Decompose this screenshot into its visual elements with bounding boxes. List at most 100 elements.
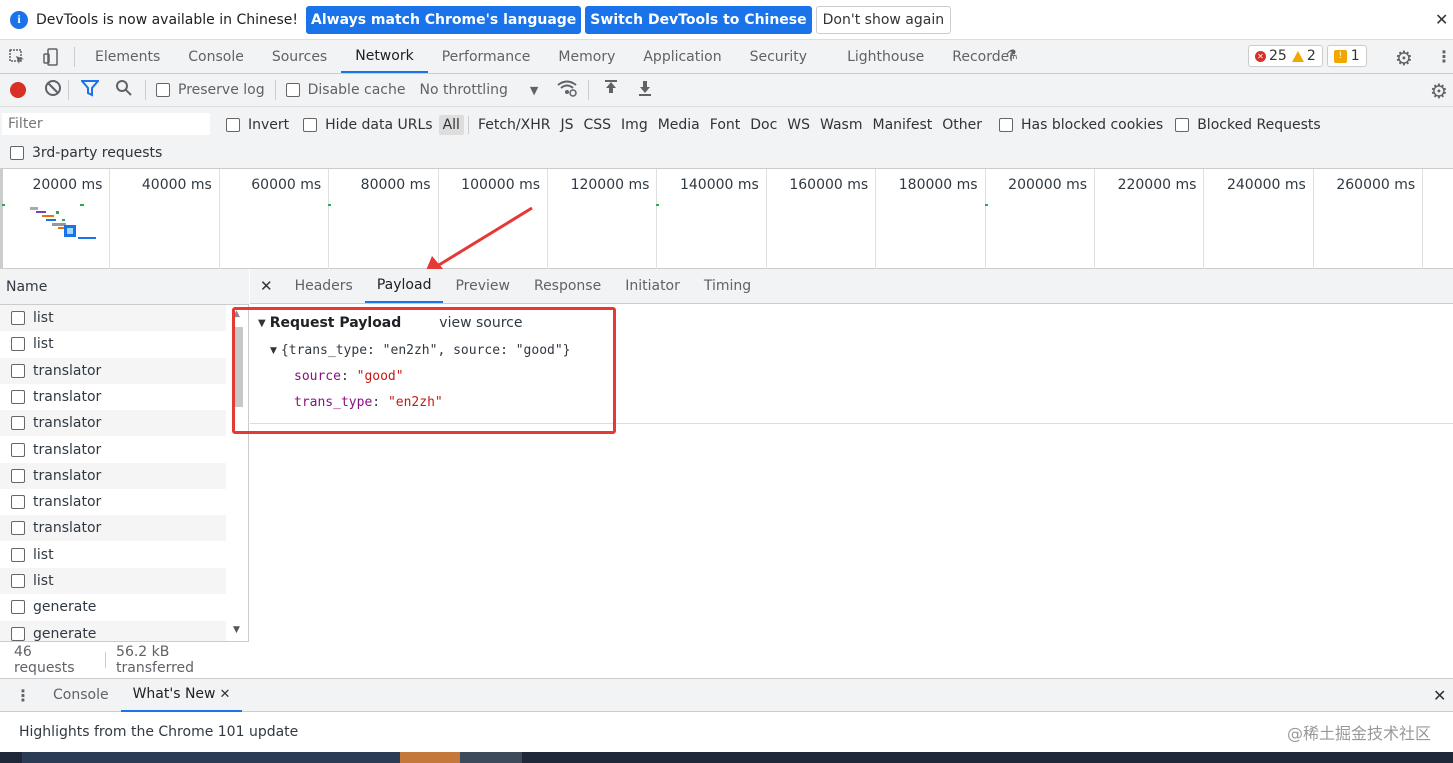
close-drawer-icon[interactable]: ✕ xyxy=(1433,686,1446,705)
tab-performance[interactable]: Performance xyxy=(428,40,545,73)
tab-sources[interactable]: Sources xyxy=(258,40,341,73)
overview-gridline xyxy=(656,169,658,269)
taskbar-item[interactable] xyxy=(460,752,522,763)
request-row[interactable]: list xyxy=(0,542,226,568)
details-tab-response[interactable]: Response xyxy=(522,269,613,303)
close-tab-icon[interactable]: ✕ xyxy=(220,687,231,702)
search-icon[interactable] xyxy=(115,79,133,101)
type-filter-js[interactable]: JS xyxy=(555,117,578,133)
type-filter-other[interactable]: Other xyxy=(937,117,987,133)
request-row[interactable]: translator xyxy=(0,357,226,384)
request-row[interactable]: translator xyxy=(0,515,226,542)
separator xyxy=(145,80,146,100)
network-conditions-icon[interactable] xyxy=(556,79,578,101)
triangle-down-icon[interactable]: ▼ xyxy=(270,346,277,356)
request-row[interactable]: list xyxy=(0,568,226,594)
invert-checkbox[interactable] xyxy=(226,118,240,132)
details-tab-headers[interactable]: Headers xyxy=(283,269,365,303)
type-filter-fetch-xhr[interactable]: Fetch/XHR xyxy=(473,117,556,133)
details-tab-initiator[interactable]: Initiator xyxy=(613,269,692,303)
issues-counter[interactable]: ✕ 25 2 ! 1 xyxy=(1248,45,1367,67)
overview-dot xyxy=(656,204,659,206)
preserve-log-checkbox[interactable] xyxy=(156,83,170,97)
filter-input[interactable] xyxy=(2,113,210,135)
type-filter-css[interactable]: CSS xyxy=(578,117,616,133)
switch-to-chinese-button[interactable]: Switch DevTools to Chinese xyxy=(585,5,812,34)
tab-lighthouse[interactable]: Lighthouse xyxy=(821,40,938,73)
import-har-icon[interactable] xyxy=(603,79,619,101)
request-checkbox-icon xyxy=(11,311,25,325)
payload-header[interactable]: ▼ Request Payload view source xyxy=(258,315,522,331)
disable-cache-checkbox[interactable] xyxy=(285,83,300,97)
export-har-icon[interactable] xyxy=(637,79,653,101)
drawer-menu-icon[interactable]: ⋮ xyxy=(15,686,31,705)
throttling-select[interactable]: No throttling xyxy=(419,82,507,98)
always-match-language-button[interactable]: Always match Chrome's language xyxy=(306,5,582,34)
taskbar-item[interactable] xyxy=(400,752,460,763)
request-row[interactable]: translator xyxy=(0,462,226,489)
tab-security[interactable]: Security xyxy=(736,40,822,73)
overview-gridline xyxy=(984,169,986,269)
close-infobar-icon[interactable]: ✕ xyxy=(1435,10,1448,29)
overview-gridline xyxy=(328,169,330,269)
type-filter-manifest[interactable]: Manifest xyxy=(868,117,938,133)
clear-icon[interactable] xyxy=(44,79,62,101)
tab-memory[interactable]: Memory xyxy=(544,40,629,73)
request-row[interactable]: translator xyxy=(0,384,226,410)
payload-object-summary[interactable]: ▼ {trans_type: "en2zh", source: "good"} xyxy=(270,343,571,358)
name-column-header[interactable]: Name xyxy=(0,269,249,305)
blocked-requests-checkbox[interactable] xyxy=(1175,118,1190,132)
request-row[interactable]: translator xyxy=(0,437,226,463)
overview-tick-label: 220000 ms xyxy=(1117,177,1197,193)
overview-tick-label: 60000 ms xyxy=(251,177,322,193)
request-row[interactable]: translator xyxy=(0,489,226,515)
scroll-up-icon[interactable]: ▲ xyxy=(233,309,240,319)
request-row[interactable]: generate xyxy=(0,594,226,620)
errors-warnings-badge[interactable]: ✕ 25 2 xyxy=(1248,45,1323,67)
view-source-link[interactable]: view source xyxy=(439,315,522,331)
request-row[interactable]: translator xyxy=(0,410,226,437)
has-blocked-cookies-checkbox[interactable] xyxy=(999,118,1014,132)
request-list: Name list list translator translator transla… xyxy=(0,269,249,677)
taskbar-item[interactable] xyxy=(22,752,400,763)
request-row[interactable]: list xyxy=(0,305,226,331)
close-details-icon[interactable]: ✕ xyxy=(250,277,283,295)
request-list-scroll-thumb[interactable] xyxy=(235,327,243,407)
type-filter-media[interactable]: Media xyxy=(653,117,705,133)
scroll-down-icon[interactable]: ▼ xyxy=(233,625,240,635)
type-filter-wasm[interactable]: Wasm xyxy=(815,117,867,133)
inspect-element-icon[interactable] xyxy=(0,48,34,66)
more-options-icon[interactable]: ⋮ xyxy=(1436,47,1452,66)
hide-data-urls-checkbox[interactable] xyxy=(303,118,318,132)
details-tab-payload[interactable]: Payload xyxy=(364,269,444,303)
filter-funnel-icon[interactable] xyxy=(79,79,101,101)
request-row[interactable]: list xyxy=(0,331,226,357)
network-settings-gear-icon[interactable]: ⚙ xyxy=(1430,79,1448,103)
details-tab-preview[interactable]: Preview xyxy=(443,269,522,303)
network-overview[interactable]: 20000 ms 40000 ms 60000 ms 80000 ms 100000 m… xyxy=(0,169,1453,269)
third-party-checkbox[interactable] xyxy=(10,146,24,160)
triangle-down-icon[interactable]: ▼ xyxy=(258,318,266,329)
record-icon[interactable] xyxy=(10,82,26,98)
request-checkbox-icon xyxy=(11,495,25,510)
details-tab-timing[interactable]: Timing xyxy=(692,269,763,303)
tab-elements[interactable]: Elements xyxy=(81,40,174,73)
tab-application[interactable]: Application xyxy=(629,40,735,73)
tab-console[interactable]: Console xyxy=(174,40,258,73)
filter-bar: Invert Hide data URLs All Fetch/XHRJSCSSI… xyxy=(0,107,1453,169)
separator xyxy=(74,46,75,67)
type-filter-font[interactable]: Font xyxy=(705,117,745,133)
settings-gear-icon[interactable]: ⚙ xyxy=(1395,46,1413,70)
drawer-tab-console[interactable]: Console xyxy=(41,679,121,712)
tab-network[interactable]: Network xyxy=(341,40,428,73)
drawer-tab-what-s-new[interactable]: What's New ✕ xyxy=(120,679,243,712)
type-filter-all[interactable]: All xyxy=(438,115,464,135)
device-toolbar-icon[interactable] xyxy=(34,47,68,66)
issues-badge[interactable]: ! 1 xyxy=(1326,45,1367,67)
type-filter-ws[interactable]: WS xyxy=(782,117,815,133)
chevron-down-icon[interactable]: ▼ xyxy=(530,84,538,97)
type-filter-img[interactable]: Img xyxy=(616,117,653,133)
dont-show-again-button[interactable]: Don't show again xyxy=(815,5,952,34)
type-filter-doc[interactable]: Doc xyxy=(745,117,782,133)
transferred-size: 56.2 kB transferred xyxy=(116,643,195,676)
